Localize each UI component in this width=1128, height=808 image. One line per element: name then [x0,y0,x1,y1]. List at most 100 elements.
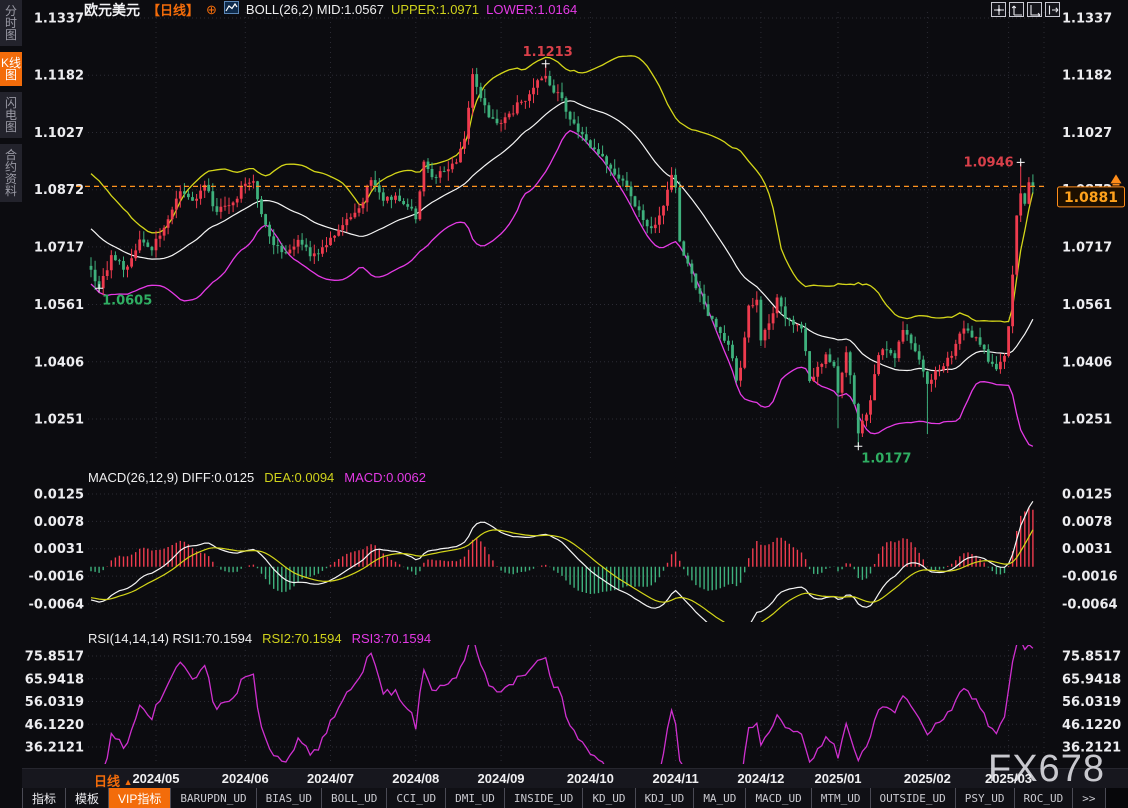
axis-label: 1.0251 [1062,413,1112,428]
go-to-latest-icon[interactable] [1045,2,1060,17]
date-tick: 2024/07 [299,771,363,786]
up-candle-wicks [103,64,1029,437]
macd-macd-value: MACD:0.0062 [344,470,426,486]
axis-label: 56.0319 [25,695,84,710]
chart-canvas[interactable]: 1.13371.13371.11821.11821.10271.10271.08… [0,0,1128,808]
indicator-tab-BIAS_UD[interactable]: BIAS_UD [256,788,321,808]
zoom-out-axis-icon[interactable] [1027,2,1042,17]
add-indicator-icon[interactable]: ⊕ [206,3,217,16]
indicator-tab-BARUPDN_UD[interactable]: BARUPDN_UD [170,788,255,808]
axis-label: 46.1220 [1062,718,1121,733]
chart-header: 欧元美元 【日线】 ⊕ BOLL(26,2) MID:1.0567 UPPER:… [84,0,577,19]
indicator-tab-bar: 指标模板VIP指标BARUPDN_UDBIAS_UDBOLL_UDCCI_UDD… [22,788,1128,808]
axis-label: 1.1182 [1062,69,1112,84]
indicator-tab-BOLL_UD[interactable]: BOLL_UD [321,788,386,808]
date-tick: 2024/06 [213,771,277,786]
boll-lower-value: LOWER:1.0164 [486,2,577,17]
axis-label: 1.0406 [34,355,84,370]
price-annotation: 1.1213 [523,45,573,60]
price-tag-value: 1.0881 [1064,190,1118,206]
chart-toolbar [991,2,1060,17]
axis-label: 1.0561 [1062,298,1112,313]
indicator-tab-OUTSIDE_UD[interactable]: OUTSIDE_UD [870,788,955,808]
axis-label: 75.8517 [25,650,84,665]
rsi1-value: RSI(14,14,14) RSI1:70.1594 [88,631,252,647]
axis-label: 0.0078 [1062,515,1112,530]
macd-dea-value: DEA:0.0094 [264,470,334,486]
axis-label: 1.1027 [1062,126,1112,141]
timeframe-text: 日线 [94,774,120,789]
sidebar-item-kline-chart[interactable]: K线图 [0,52,22,86]
indicator-tab-PSY_UD[interactable]: PSY_UD [955,788,1014,808]
main-pane [90,56,1035,447]
axis-label: 56.0319 [1062,695,1121,710]
axis-label: 46.1220 [25,718,84,733]
date-tick: 2024/05 [124,771,188,786]
indicator-tab-模板[interactable]: 模板 [65,788,108,808]
indicator-tab-指标[interactable]: 指标 [22,788,65,808]
line-chart-icon[interactable] [224,1,239,19]
macd-header: MACD(26,12,9) DIFF:0.0125 DEA:0.0094 MAC… [88,470,426,486]
boll-lower-line [91,131,1033,447]
crosshair-icon[interactable] [991,2,1006,17]
macd-diff-value: MACD(26,12,9) DIFF:0.0125 [88,470,254,486]
axis-label: -0.0016 [1062,570,1118,585]
axis-label: -0.0064 [1062,598,1118,613]
date-tick: 2025/02 [895,771,959,786]
indicator-tab-CCI_UD[interactable]: CCI_UD [386,788,445,808]
indicator-tab-VIP指标[interactable]: VIP指标 [108,788,170,808]
up-candle-bodies [102,74,1031,433]
timeframe-label[interactable]: 【日线】 [147,0,199,19]
symbol-name: 欧元美元 [84,0,140,20]
boll-upper-value: UPPER:1.0971 [391,2,479,17]
axis-label: 0.0078 [34,515,84,530]
axis-label: 1.1337 [1062,12,1112,27]
sidebar-item-time-chart[interactable]: 分时图 [0,0,22,46]
axis-label: 1.1027 [34,126,84,141]
axis-label: 1.1337 [34,12,84,27]
indicator-tab-MA_UD[interactable]: MA_UD [693,788,745,808]
axis-label: 1.0561 [34,298,84,313]
date-tick: 2025/03 [977,771,1041,786]
rsi-header: RSI(14,14,14) RSI1:70.1594 RSI2:70.1594 … [88,631,431,647]
date-tick: 2024/10 [558,771,622,786]
axis-label: 65.9418 [25,672,84,687]
rsi2-value: RSI2:70.1594 [262,631,342,647]
axis-label: 65.9418 [1062,672,1121,687]
down-candle-wicks [91,68,1033,446]
axis-label: 75.8517 [1062,650,1121,665]
sidebar-item-flash-chart[interactable]: 闪电图 [0,92,22,138]
sidebar-item-contract-info[interactable]: 合约资料 [0,144,22,202]
date-tick: 2024/12 [729,771,793,786]
axis-label: 1.0406 [1062,355,1112,370]
date-tick: 2024/09 [469,771,533,786]
macd-hist-negative [91,567,1005,594]
indicator-tab-INSIDE_UD[interactable]: INSIDE_UD [504,788,583,808]
axis-label: 0.0125 [34,488,84,503]
axis-label: 0.0125 [1062,488,1112,503]
indicator-tab-DMI_UD[interactable]: DMI_UD [445,788,504,808]
axis-label: 1.0717 [34,240,84,255]
axis-label: 0.0031 [34,542,84,557]
price-annotation: 1.0946 [964,155,1014,170]
grid-layer [88,12,1044,764]
price-marker-cross [1017,158,1025,166]
date-axis[interactable]: 日线 ▲ 2024/052024/062024/072024/082024/09… [0,768,1128,788]
indicator-tab-KD_UD[interactable]: KD_UD [582,788,634,808]
axis-label: 36.2121 [1062,741,1121,756]
axis-label: 36.2121 [25,741,84,756]
indicator-tab-MACD_UD[interactable]: MACD_UD [745,788,810,808]
indicator-tab-ROC_UD[interactable]: ROC_UD [1014,788,1073,808]
axis-label: -0.0016 [28,570,84,585]
indicator-tab->>[interactable]: >> [1072,788,1105,808]
indicator-tab-MTM_UD[interactable]: MTM_UD [811,788,870,808]
axis-label: 1.0251 [34,413,84,428]
price-annotation: 1.0177 [861,451,911,466]
macd-pane [91,501,1033,639]
axis-label: 1.0717 [1062,240,1112,255]
indicator-tab-KDJ_UD[interactable]: KDJ_UD [635,788,694,808]
zoom-in-axis-icon[interactable] [1009,2,1024,17]
date-tick: 2025/01 [806,771,870,786]
down-candle-bodies [90,74,1035,433]
axis-label: -0.0064 [28,598,84,613]
